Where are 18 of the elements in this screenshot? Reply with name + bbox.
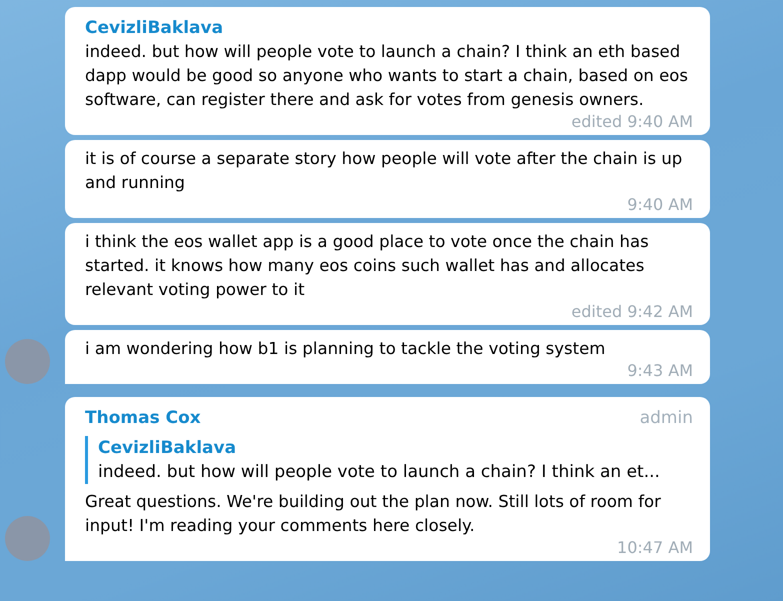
quoted-sender: CevizliBaklava <box>98 437 238 460</box>
message-time: edited 9:40 AM <box>571 113 693 131</box>
admin-label: admin <box>640 407 693 430</box>
message-time: 9:40 AM <box>627 196 693 214</box>
message-text: indeed. but how will people vote to launch a chain? I think an eth based dapp would be good so anyone who wants to start a chain, based on eos software, can register there and ask for votes from genesis owners. <box>85 41 689 111</box>
message-text: Great questions. We're building out the plan now. Still lots of room for input! I'm reading your comments here closely. <box>85 491 662 537</box>
message-text: it is of course a separate story how people will vote after the chain is up and running <box>85 148 684 194</box>
sender-name[interactable]: CevizliBaklava <box>85 16 224 40</box>
avatar-photo-placeholder[interactable] <box>5 516 50 561</box>
message-time: 9:43 AM <box>627 362 693 380</box>
message-time: edited 9:42 AM <box>571 303 693 321</box>
reply-quote[interactable]: CevizliBaklava indeed. but how will people vote to launch a chain? I think an et... <box>85 436 693 484</box>
message-text: i am wondering how b1 is planning to tackle the voting system <box>85 338 606 360</box>
quoted-text: indeed. but how will people vote to launch a chain? I think an et... <box>98 461 661 484</box>
avatar-photo-placeholder[interactable] <box>5 339 50 384</box>
message-time: 10:47 AM <box>617 539 693 557</box>
sender-name[interactable]: Thomas Cox <box>85 406 201 430</box>
message-text: i think the eos wallet app is a good place to vote once the chain has started. it knows how many eos coins such wallet has and allocates relevant voting power to it <box>85 231 650 301</box>
